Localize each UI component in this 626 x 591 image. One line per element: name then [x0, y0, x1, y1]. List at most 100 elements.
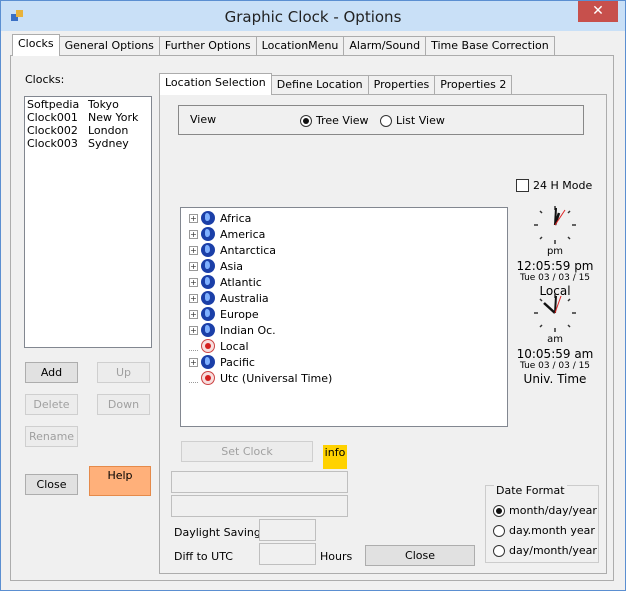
utc-date: Tue 03 / 03 / 15 — [519, 361, 591, 371]
tab-properties[interactable]: Properties — [367, 75, 436, 95]
add-button[interactable]: Add — [25, 362, 78, 383]
expand-icon[interactable]: + — [189, 293, 198, 303]
down-button[interactable]: Down — [97, 394, 150, 415]
clocks-tab-page: Clocks: Softpedia Tokyo Clock001 New York … — [10, 55, 614, 581]
globe-icon — [201, 211, 215, 225]
utc-time: 10:05:59 am — [516, 347, 594, 361]
tree-view-radio[interactable]: Tree View — [300, 114, 369, 127]
list-view-radio[interactable]: List View — [380, 114, 445, 127]
tree-node-label: Utc (Universal Time) — [220, 371, 333, 385]
globe-icon — [201, 275, 215, 289]
clocks-label: Clocks: — [25, 73, 65, 86]
expand-icon[interactable]: + — [189, 245, 198, 255]
local-date: Tue 03 / 03 / 15 — [519, 273, 591, 283]
diff-to-utc-field — [259, 543, 316, 565]
tree-node[interactable]: Local — [189, 338, 249, 354]
tree-node[interactable]: + America — [189, 226, 265, 242]
view-label: View — [190, 113, 217, 126]
tab-define-location[interactable]: Define Location — [270, 75, 369, 95]
location-tree[interactable]: + Africa + America + Antarctica + Asia + Atlantic… — [180, 207, 508, 427]
tree-node-label: Pacific — [220, 355, 255, 369]
tree-node[interactable]: + Europe — [189, 306, 259, 322]
expand-icon[interactable]: + — [189, 229, 198, 239]
location-pin-icon — [201, 371, 215, 385]
utc-label: Univ. Time — [523, 372, 587, 386]
tree-node[interactable]: + Indian Oc. — [189, 322, 276, 338]
date-format-dmy-slash-radio[interactable]: day/month/year — [493, 544, 597, 557]
local-time: 12:05:59 pm — [516, 259, 594, 273]
globe-icon — [201, 355, 215, 369]
tab-further-options[interactable]: Further Options — [158, 36, 257, 56]
tab-properties-2[interactable]: Properties 2 — [434, 75, 513, 95]
radio-dot — [493, 544, 505, 557]
utc-ampm: am — [547, 334, 563, 345]
local-clock-face-icon — [534, 206, 576, 244]
tree-node-label: Indian Oc. — [220, 323, 276, 337]
list-item[interactable]: Softpedia Tokyo — [25, 98, 151, 111]
main-tab-strip: Clocks General Options Further Options L… — [12, 34, 555, 56]
utc-clock-face-icon — [534, 294, 576, 332]
date-format-group: Date Format month/day/year day.month yea… — [485, 484, 599, 563]
globe-icon — [201, 259, 215, 273]
tree-node[interactable]: Utc (Universal Time) — [189, 370, 332, 386]
expand-icon[interactable]: + — [189, 325, 198, 335]
globe-icon — [201, 291, 215, 305]
daylight-saving-field — [259, 519, 316, 541]
tree-node[interactable]: + Asia — [189, 258, 243, 274]
expand-icon[interactable]: + — [189, 213, 198, 223]
title-bar: Graphic Clock - Options ✕ — [1, 1, 625, 31]
tree-node[interactable]: + Antarctica — [189, 242, 276, 258]
expand-icon[interactable]: + — [189, 261, 198, 271]
list-item[interactable]: Clock002 London — [25, 124, 151, 137]
info-button[interactable]: info — [323, 445, 347, 469]
tab-location-menu[interactable]: LocationMenu — [255, 36, 345, 56]
24h-mode-checkbox[interactable]: 24 H Mode — [516, 179, 592, 192]
radio-dot — [300, 114, 312, 127]
checkbox-box — [516, 179, 529, 192]
close-button[interactable]: Close — [25, 474, 78, 495]
options-window: Graphic Clock - Options ✕ Clocks General… — [0, 0, 626, 591]
delete-button[interactable]: Delete — [25, 394, 78, 415]
tab-clocks[interactable]: Clocks — [12, 34, 60, 56]
close-icon[interactable]: ✕ — [578, 1, 618, 22]
tree-connector — [189, 374, 198, 383]
rename-button[interactable]: Rename — [25, 426, 78, 447]
set-clock-button[interactable]: Set Clock — [181, 441, 313, 462]
window-title: Graphic Clock - Options — [224, 8, 402, 26]
globe-icon — [201, 227, 215, 241]
expand-icon[interactable]: + — [189, 277, 198, 287]
tree-node-label: America — [220, 227, 266, 241]
list-item[interactable]: Clock003 Sydney — [25, 137, 151, 150]
status-field-2 — [171, 495, 348, 517]
expand-icon[interactable]: + — [189, 357, 198, 367]
local-ampm: pm — [546, 246, 564, 257]
date-format-dmy-dot-radio[interactable]: day.month year — [493, 524, 595, 537]
expand-icon[interactable]: + — [189, 309, 198, 319]
tree-node-label: Local — [220, 339, 249, 353]
globe-icon — [201, 323, 215, 337]
tree-node-label: Australia — [220, 291, 269, 305]
up-button[interactable]: Up — [97, 362, 150, 383]
tree-node[interactable]: + Australia — [189, 290, 269, 306]
clocks-listbox[interactable]: Softpedia Tokyo Clock001 New York Clock002… — [24, 96, 152, 348]
globe-icon — [201, 307, 215, 321]
list-item[interactable]: Clock001 New York — [25, 111, 151, 124]
location-selection-page: View Tree View List View 24 H Mode + Afri… — [159, 94, 607, 574]
tab-time-base-correction[interactable]: Time Base Correction — [425, 36, 555, 56]
tree-node[interactable]: + Pacific — [189, 354, 255, 370]
status-field-1 — [171, 471, 348, 493]
close-inner-button[interactable]: Close — [365, 545, 475, 566]
tab-general-options[interactable]: General Options — [58, 36, 160, 56]
date-format-mdy-radio[interactable]: month/day/year — [493, 504, 597, 517]
tab-alarm-sound[interactable]: Alarm/Sound — [343, 36, 427, 56]
radio-dot — [493, 524, 505, 537]
tree-node[interactable]: + Atlantic — [189, 274, 262, 290]
tree-node-label: Antarctica — [220, 243, 277, 257]
tab-location-selection[interactable]: Location Selection — [159, 73, 272, 95]
tree-node-label: Africa — [220, 211, 252, 225]
help-button[interactable]: Help — [89, 466, 151, 496]
tree-node[interactable]: + Africa — [189, 210, 251, 226]
globe-icon — [201, 243, 215, 257]
date-format-title: Date Format — [494, 484, 567, 497]
radio-dot — [380, 114, 392, 127]
